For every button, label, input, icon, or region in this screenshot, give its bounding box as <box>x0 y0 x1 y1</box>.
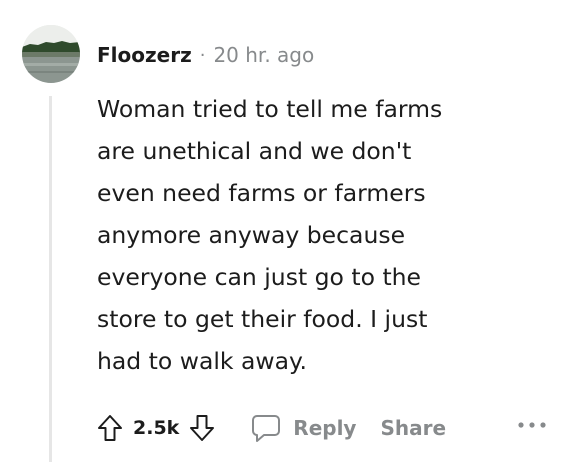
timestamp[interactable]: 20 hr. ago <box>213 43 314 67</box>
vote-score: 2.5k <box>133 417 180 439</box>
comment: Floozerz · 20 hr. ago Woman tried to tel… <box>0 0 582 462</box>
meta-separator: · <box>199 44 206 66</box>
upvote-arrow-icon <box>98 415 122 441</box>
landscape-avatar-icon <box>22 25 80 83</box>
comment-text: Woman tried to tell me farms are unethic… <box>97 95 443 375</box>
thread-line[interactable] <box>49 96 52 462</box>
share-button[interactable]: Share <box>380 416 446 440</box>
user-avatar[interactable] <box>22 25 80 83</box>
share-label: Share <box>380 416 447 440</box>
downvote-button[interactable] <box>189 414 215 442</box>
reply-label: Reply <box>293 416 357 440</box>
downvote-arrow-icon <box>190 415 215 441</box>
speech-bubble-icon <box>252 415 281 442</box>
upvote-button[interactable] <box>97 414 123 442</box>
reply-button[interactable]: Reply <box>251 413 356 443</box>
author-name[interactable]: Floozerz <box>97 43 192 67</box>
action-bar: 2.5k Reply Share <box>97 405 446 451</box>
comment-body: Woman tried to tell me farms are unethic… <box>97 88 537 382</box>
ellipsis-icon <box>518 422 546 428</box>
more-options-button[interactable] <box>512 412 552 438</box>
comment-meta: Floozerz · 20 hr. ago <box>97 40 314 70</box>
